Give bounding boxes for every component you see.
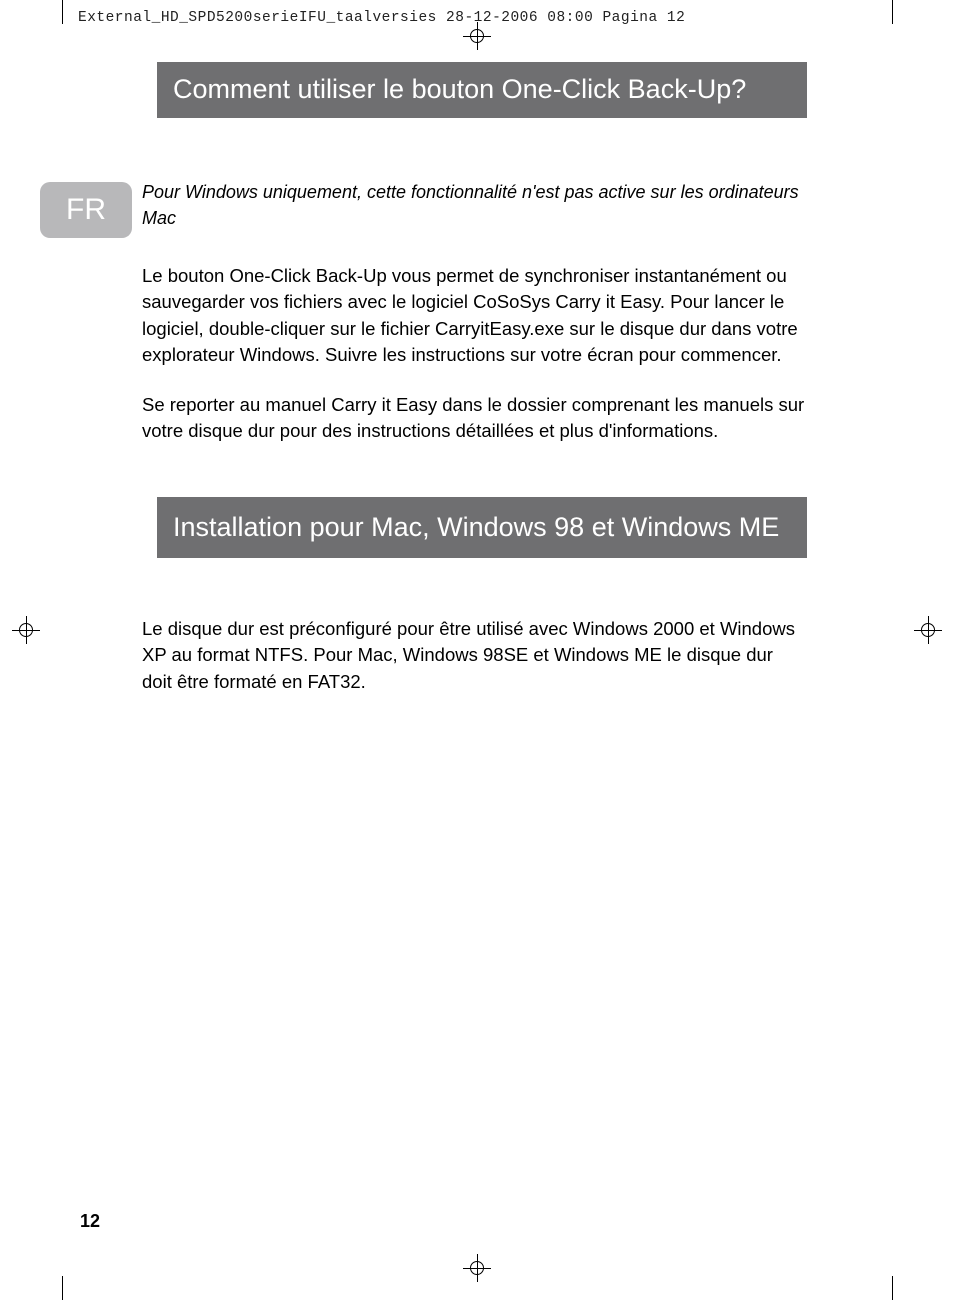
page-number: 12 (80, 1211, 100, 1232)
section-heading: Installation pour Mac, Windows 98 et Win… (157, 497, 807, 558)
registration-mark-icon (914, 616, 942, 644)
paragraph: Se reporter au manuel Carry it Easy dans… (142, 392, 807, 445)
crop-mark (892, 1276, 893, 1300)
registration-mark-icon (463, 1254, 491, 1282)
crop-mark (892, 0, 893, 24)
registration-mark-icon (12, 616, 40, 644)
registration-mark-icon (463, 22, 491, 50)
print-header-info: External_HD_SPD5200serieIFU_taalversies … (78, 10, 685, 26)
crop-mark (62, 1276, 63, 1300)
crop-mark (62, 0, 63, 24)
section-heading: Comment utiliser le bouton One-Click Bac… (157, 62, 807, 118)
section-body: Pour Windows uniquement, cette fonctionn… (142, 180, 807, 445)
page-content: Comment utiliser le bouton One-Click Bac… (62, 62, 892, 1238)
paragraph: Le bouton One-Click Back-Up vous permet … (142, 263, 807, 368)
section-body: Le disque dur est préconfiguré pour être… (142, 616, 807, 695)
paragraph: Le disque dur est préconfiguré pour être… (142, 616, 807, 695)
italic-note: Pour Windows uniquement, cette fonctionn… (142, 180, 807, 231)
language-badge: FR (40, 182, 132, 238)
